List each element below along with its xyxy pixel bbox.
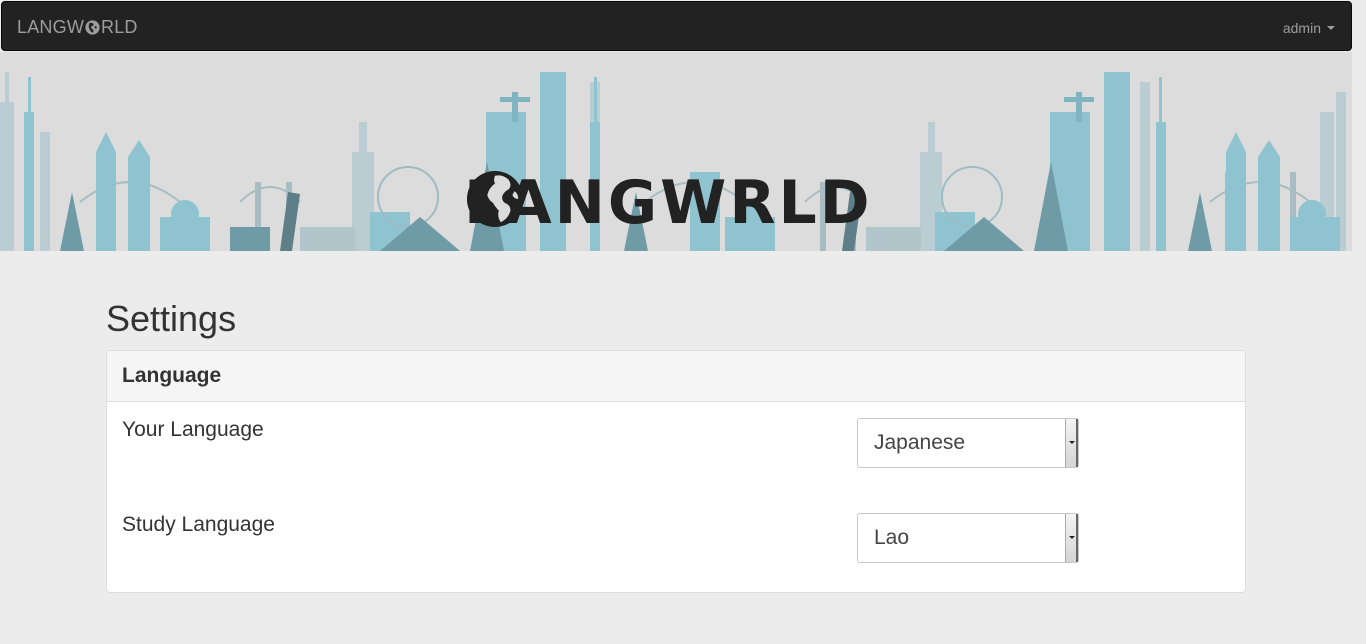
select-arrow-icon[interactable] [1065, 514, 1078, 562]
your-language-select[interactable]: Japanese [857, 418, 1079, 468]
your-language-row: Your Language Japanese [122, 418, 1232, 468]
study-language-value: Lao [874, 526, 910, 549]
study-language-row: Study Language Lao [122, 513, 1232, 563]
your-language-value: Japanese [874, 431, 966, 454]
brand-link[interactable]: LANGW RLD [17, 17, 138, 37]
logo-text-suffix: RLD [729, 168, 873, 238]
user-menu-dropdown[interactable]: admin [1283, 19, 1335, 37]
page-title: Settings [106, 298, 237, 339]
hero-banner: LANGW RLD [0, 52, 1352, 251]
brand-text-suffix: RLD [101, 17, 138, 37]
panel-heading: Language [107, 351, 1245, 402]
user-name: admin [1282, 20, 1321, 36]
top-navbar: LANGW RLD admin [1, 1, 1352, 51]
globe-icon [85, 19, 100, 35]
your-language-label: Your Language [122, 418, 264, 441]
caret-down-icon [1327, 26, 1335, 30]
study-language-select[interactable]: Lao [857, 513, 1079, 563]
select-arrow-icon[interactable] [1065, 419, 1078, 467]
language-settings-panel: Language Your Language Japanese Study La… [106, 350, 1246, 593]
globe-icon [466, 170, 524, 228]
brand-text-prefix: LANGW [17, 17, 85, 37]
study-language-label: Study Language [122, 513, 275, 536]
langworld-logo: LANGW RLD [464, 170, 873, 236]
